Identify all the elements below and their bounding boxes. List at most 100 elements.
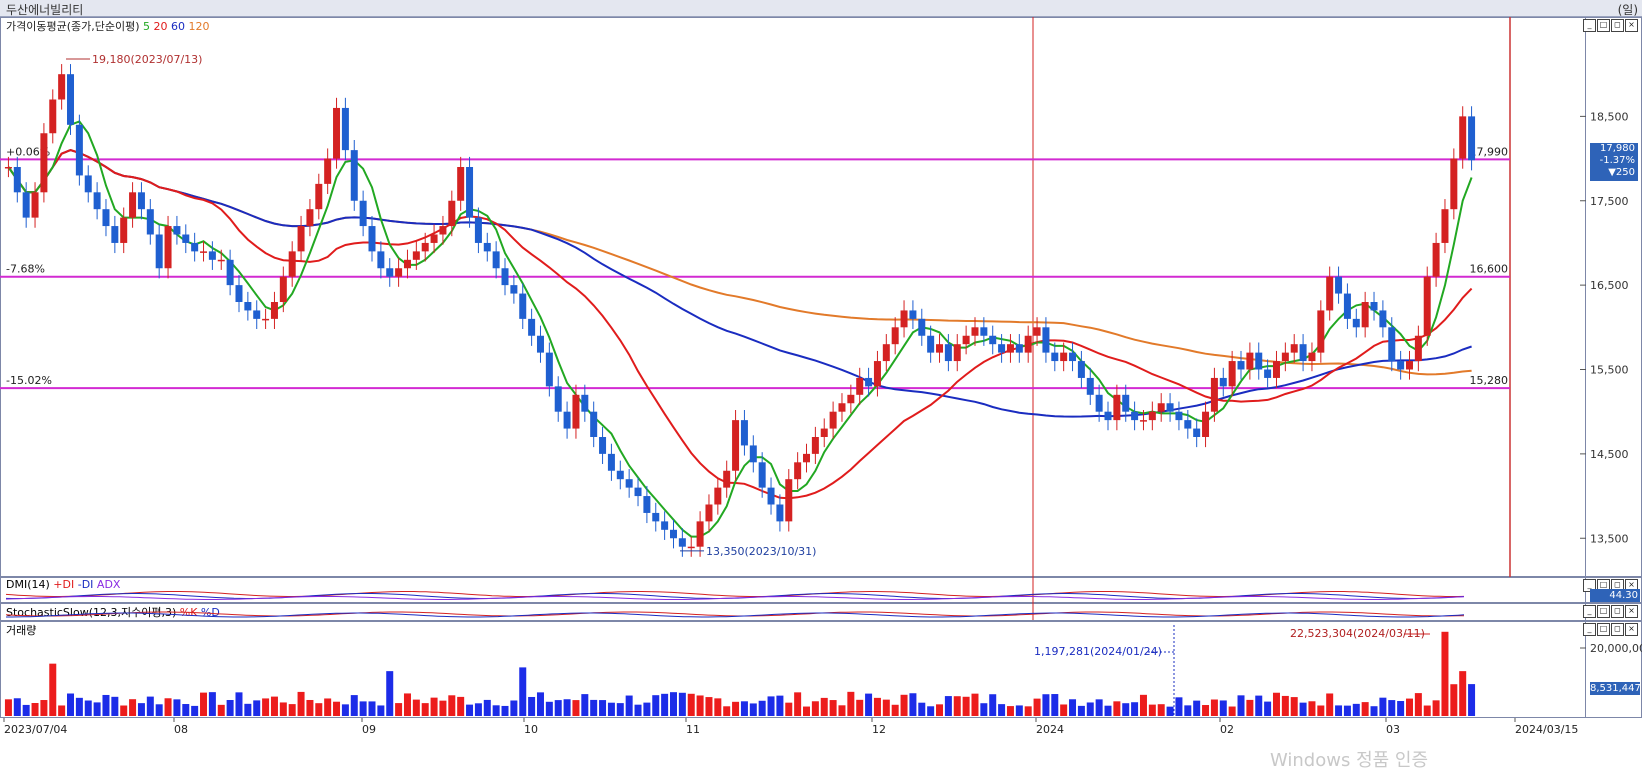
candle-body bbox=[226, 259, 234, 286]
volume-bar bbox=[1006, 706, 1014, 716]
candle-body bbox=[324, 158, 332, 184]
volume-bar bbox=[146, 696, 154, 716]
candle-body bbox=[900, 310, 908, 328]
volume-bar bbox=[67, 693, 75, 716]
candle-body bbox=[678, 538, 686, 547]
candle-body bbox=[4, 167, 12, 169]
volume-bar bbox=[785, 702, 793, 716]
volume-bar bbox=[483, 699, 491, 716]
candle-body bbox=[333, 107, 341, 159]
windows-watermark: Windows 정품 인증 bbox=[1270, 750, 1428, 770]
volume-bar bbox=[625, 695, 633, 716]
candle-body bbox=[270, 302, 278, 319]
candle-body bbox=[1264, 369, 1272, 378]
volume-bar bbox=[714, 698, 722, 716]
candle-body bbox=[643, 496, 651, 513]
candle-body bbox=[13, 167, 21, 193]
volume-bar bbox=[1272, 692, 1280, 716]
volume-bar bbox=[235, 692, 243, 716]
volume-bar bbox=[333, 701, 341, 716]
volume-bar bbox=[1033, 698, 1041, 716]
candle-body bbox=[590, 411, 598, 437]
volume-bar bbox=[1326, 693, 1334, 716]
candle-body bbox=[749, 445, 757, 463]
volume-max-note: 22,523,304(2024/03/11) bbox=[1290, 627, 1425, 640]
x-tick-label: 09 bbox=[362, 723, 376, 736]
volume-bar bbox=[93, 702, 101, 716]
candle-body bbox=[1006, 344, 1014, 353]
candle-body bbox=[173, 226, 181, 235]
chart-canvas[interactable]: 13,50014,50015,50016,50017,50018,500+0.0… bbox=[0, 0, 1642, 770]
volume-bar bbox=[1157, 704, 1165, 716]
volume-bar bbox=[1193, 700, 1201, 716]
volume-bar bbox=[58, 705, 66, 716]
candle-body bbox=[1272, 361, 1280, 378]
y-tick-label: 13,500 bbox=[1590, 532, 1629, 545]
candle-body bbox=[1131, 411, 1139, 421]
candle-body bbox=[297, 226, 305, 252]
volume-bar bbox=[377, 705, 385, 716]
y-tick-label: 18,500 bbox=[1590, 110, 1629, 123]
candle-body bbox=[962, 335, 970, 345]
volume-bar bbox=[474, 703, 482, 716]
volume-bar bbox=[847, 691, 855, 716]
candle-body bbox=[1397, 361, 1405, 370]
volume-bar bbox=[217, 704, 225, 716]
volume-bar bbox=[1441, 631, 1449, 716]
volume-bar bbox=[111, 696, 119, 716]
candle-body bbox=[891, 327, 899, 345]
candle-body bbox=[288, 251, 296, 277]
volume-bar bbox=[457, 696, 465, 716]
candle-body bbox=[1317, 310, 1325, 353]
volume-bar bbox=[1414, 693, 1422, 716]
volume-bar bbox=[1299, 702, 1307, 716]
high-note: 19,180(2023/07/13) bbox=[92, 53, 202, 66]
candle-body bbox=[1060, 352, 1068, 362]
volume-bar bbox=[200, 692, 208, 716]
volume-bar bbox=[803, 706, 811, 716]
candle-body bbox=[1069, 352, 1077, 362]
candle-body bbox=[474, 217, 482, 243]
candle-body bbox=[155, 234, 163, 269]
volume-bar bbox=[510, 700, 518, 716]
volume-bar bbox=[102, 694, 110, 716]
volume-bar bbox=[1264, 701, 1272, 716]
hline-value-label: 15,280 bbox=[1470, 374, 1509, 387]
volume-bar bbox=[528, 696, 536, 716]
candle-body bbox=[838, 403, 846, 412]
volume-bar bbox=[971, 693, 979, 716]
volume-bar bbox=[1104, 705, 1112, 716]
hline-value-label: 16,600 bbox=[1470, 263, 1509, 276]
volume-bar bbox=[403, 693, 411, 716]
candle-body bbox=[918, 318, 926, 336]
candle-body bbox=[616, 470, 624, 480]
candle-body bbox=[1290, 344, 1298, 353]
candle-body bbox=[980, 327, 988, 336]
candle-body bbox=[129, 192, 137, 218]
ma-20-line bbox=[7, 149, 1473, 500]
candle-body bbox=[306, 209, 314, 227]
volume-bar bbox=[4, 699, 12, 716]
candle-body bbox=[1237, 361, 1245, 370]
volume-tick-label: 20,000,000 bbox=[1590, 642, 1642, 655]
candle-body bbox=[377, 251, 385, 269]
volume-bar bbox=[607, 702, 615, 716]
volume-bar bbox=[865, 693, 873, 716]
ma-5-line bbox=[7, 120, 1473, 538]
candle-body bbox=[1086, 377, 1094, 395]
volume-bar bbox=[297, 691, 305, 716]
candle-body bbox=[554, 386, 562, 412]
candle-body bbox=[652, 512, 660, 522]
candle-body bbox=[1423, 276, 1431, 336]
volume-bar bbox=[1290, 697, 1298, 716]
volume-bar bbox=[395, 703, 403, 716]
candle-body bbox=[1113, 394, 1121, 421]
volume-bar bbox=[732, 701, 740, 716]
candle-body bbox=[732, 420, 740, 471]
candle-body bbox=[669, 529, 677, 539]
hline-pct-label: -7.68% bbox=[6, 263, 45, 276]
candle-body bbox=[528, 318, 536, 336]
volume-bar bbox=[998, 704, 1006, 716]
candle-body bbox=[466, 167, 474, 218]
candle-body bbox=[1405, 361, 1413, 370]
